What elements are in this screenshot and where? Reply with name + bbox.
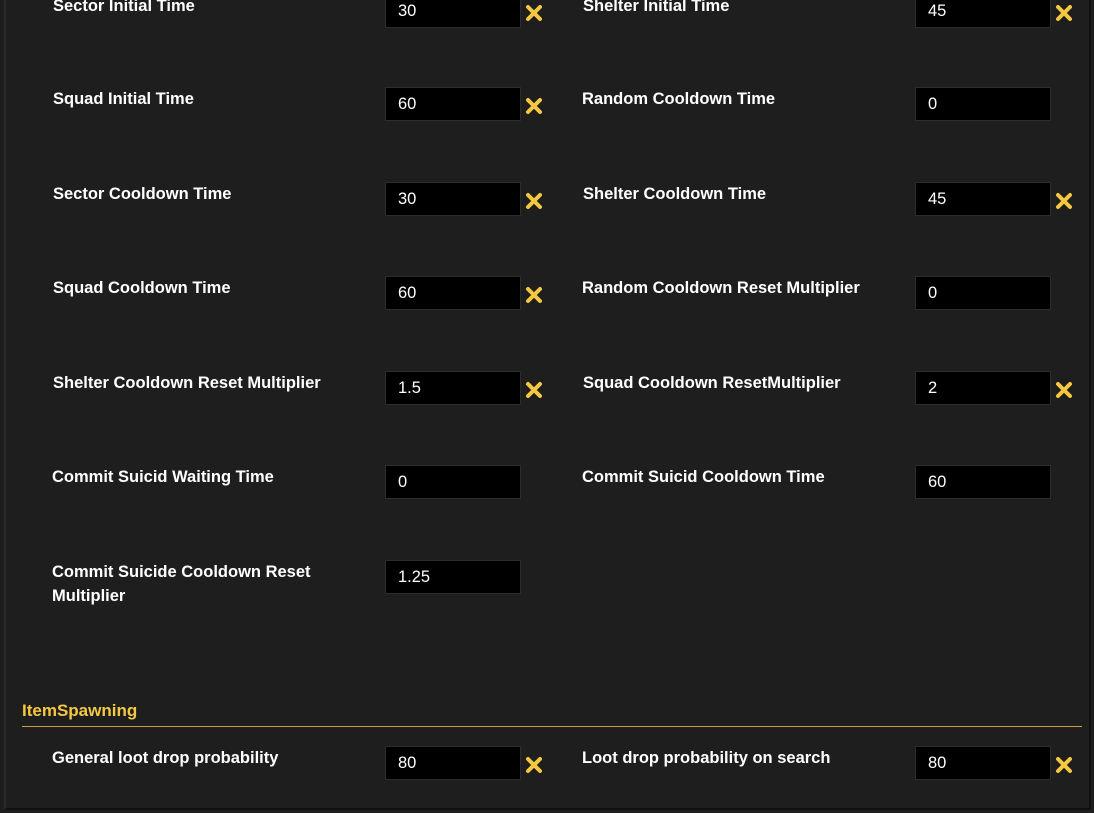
shelter-initial-time-input[interactable] xyxy=(915,0,1051,28)
field-label-commit-suicid-cooldown-time: Commit Suicid Cooldown Time xyxy=(582,468,825,486)
sector-cooldown-time-input[interactable] xyxy=(385,182,521,216)
close-icon[interactable] xyxy=(1055,192,1073,210)
shelter-cooldown-time-input[interactable] xyxy=(915,182,1051,216)
commit-suicide-cooldown-reset-multiplier-input[interactable] xyxy=(385,560,521,594)
close-icon[interactable] xyxy=(525,286,543,304)
field-label-shelter-initial-time: Shelter Initial Time xyxy=(583,0,730,15)
close-icon[interactable] xyxy=(1055,381,1073,399)
close-icon[interactable] xyxy=(525,381,543,399)
field-label-commit-suicid-waiting-time: Commit Suicid Waiting Time xyxy=(52,468,274,486)
settings-panel: Sector Initial Time Shelter Initial Time… xyxy=(4,0,1091,810)
random-cooldown-reset-multiplier-input[interactable] xyxy=(915,276,1051,310)
field-label-squad-initial-time: Squad Initial Time xyxy=(53,90,194,108)
commit-suicid-waiting-time-input[interactable] xyxy=(385,465,521,499)
general-loot-drop-probability-input[interactable] xyxy=(385,746,521,780)
loot-drop-probability-on-search-input[interactable] xyxy=(915,746,1051,780)
random-cooldown-time-input[interactable] xyxy=(915,87,1051,121)
squad-cooldown-reset-multiplier-input[interactable] xyxy=(915,371,1051,405)
field-label-random-cooldown-time: Random Cooldown Time xyxy=(582,90,776,108)
squad-initial-time-input[interactable] xyxy=(385,87,521,121)
shelter-cooldown-reset-multiplier-input[interactable] xyxy=(385,371,521,405)
section-divider xyxy=(22,726,1082,727)
close-icon[interactable] xyxy=(525,192,543,210)
field-label-random-cooldown-reset-multiplier: Random Cooldown Reset Multiplier xyxy=(582,279,860,297)
close-icon[interactable] xyxy=(525,4,543,22)
field-label-squad-cooldown-time: Squad Cooldown Time xyxy=(53,279,231,297)
close-icon[interactable] xyxy=(1055,4,1073,22)
section-title-item-spawning: ItemSpawning xyxy=(22,701,138,720)
close-icon[interactable] xyxy=(525,756,543,774)
field-label-sector-initial-time: Sector Initial Time xyxy=(53,0,195,15)
field-label-general-loot-drop-probability: General loot drop probability xyxy=(52,749,279,767)
commit-suicid-cooldown-time-input[interactable] xyxy=(915,465,1051,499)
field-label-shelter-cooldown-time: Shelter Cooldown Time xyxy=(583,185,767,203)
field-label-squad-cooldown-reset-multiplier: Squad Cooldown ResetMultiplier xyxy=(583,374,841,392)
close-icon[interactable] xyxy=(525,97,543,115)
field-label-commit-suicide-cooldown-reset-multiplier: Commit Suicide Cooldown Reset Multiplier xyxy=(52,563,311,605)
field-label-sector-cooldown-time: Sector Cooldown Time xyxy=(53,185,232,203)
field-label-shelter-cooldown-reset-multiplier: Shelter Cooldown Reset Multiplier xyxy=(53,374,321,392)
squad-cooldown-time-input[interactable] xyxy=(385,276,521,310)
close-icon[interactable] xyxy=(1055,756,1073,774)
sector-initial-time-input[interactable] xyxy=(385,0,521,28)
field-label-loot-drop-probability-on-search: Loot drop probability on search xyxy=(582,749,831,767)
